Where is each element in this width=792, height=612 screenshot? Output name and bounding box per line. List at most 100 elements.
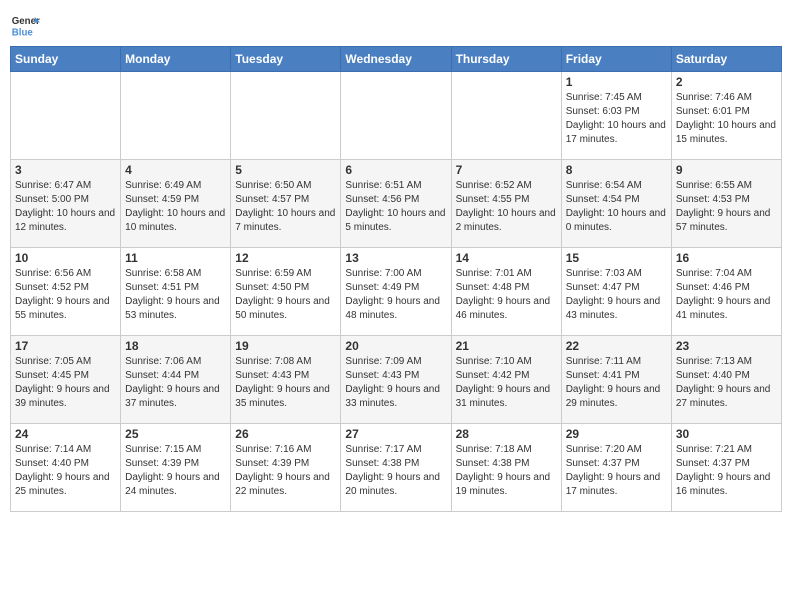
day-info: Sunrise: 7:06 AM Sunset: 4:44 PM Dayligh… [125,355,226,411]
day-number: 1 [566,75,667,89]
calendar-cell: 20 Sunrise: 7:09 AM Sunset: 4:43 PM Dayli… [341,336,451,424]
calendar-cell: 24 Sunrise: 7:14 AM Sunset: 4:40 PM Dayli… [11,424,121,512]
day-number: 19 [235,339,336,353]
calendar-cell: 28 Sunrise: 7:18 AM Sunset: 4:38 PM Dayli… [451,424,561,512]
day-number: 30 [676,427,777,441]
day-info: Sunrise: 7:04 AM Sunset: 4:46 PM Dayligh… [676,267,777,323]
day-info: Sunrise: 7:09 AM Sunset: 4:43 PM Dayligh… [345,355,446,411]
day-number: 8 [566,163,667,177]
calendar-cell: 22 Sunrise: 7:11 AM Sunset: 4:41 PM Dayli… [561,336,671,424]
day-header-wednesday: Wednesday [341,47,451,72]
day-info: Sunrise: 7:08 AM Sunset: 4:43 PM Dayligh… [235,355,336,411]
calendar-week-2: 3 Sunrise: 6:47 AM Sunset: 5:00 PM Daylig… [11,160,782,248]
day-number: 27 [345,427,446,441]
calendar-cell: 23 Sunrise: 7:13 AM Sunset: 4:40 PM Dayli… [671,336,781,424]
day-info: Sunrise: 6:50 AM Sunset: 4:57 PM Dayligh… [235,179,336,235]
logo-icon: General Blue [10,10,40,40]
day-number: 13 [345,251,446,265]
calendar-cell: 21 Sunrise: 7:10 AM Sunset: 4:42 PM Dayli… [451,336,561,424]
header: General Blue [10,10,782,40]
day-info: Sunrise: 7:01 AM Sunset: 4:48 PM Dayligh… [456,267,557,323]
calendar-cell: 17 Sunrise: 7:05 AM Sunset: 4:45 PM Dayli… [11,336,121,424]
calendar-cell: 14 Sunrise: 7:01 AM Sunset: 4:48 PM Dayli… [451,248,561,336]
day-info: Sunrise: 7:15 AM Sunset: 4:39 PM Dayligh… [125,443,226,499]
day-number: 3 [15,163,116,177]
day-info: Sunrise: 6:59 AM Sunset: 4:50 PM Dayligh… [235,267,336,323]
day-number: 28 [456,427,557,441]
day-number: 10 [15,251,116,265]
day-number: 29 [566,427,667,441]
day-number: 12 [235,251,336,265]
day-number: 4 [125,163,226,177]
calendar-cell: 7 Sunrise: 6:52 AM Sunset: 4:55 PM Daylig… [451,160,561,248]
day-number: 24 [15,427,116,441]
calendar-cell: 19 Sunrise: 7:08 AM Sunset: 4:43 PM Dayli… [231,336,341,424]
calendar-cell: 8 Sunrise: 6:54 AM Sunset: 4:54 PM Daylig… [561,160,671,248]
calendar-cell: 5 Sunrise: 6:50 AM Sunset: 4:57 PM Daylig… [231,160,341,248]
day-number: 5 [235,163,336,177]
calendar-week-3: 10 Sunrise: 6:56 AM Sunset: 4:52 PM Dayli… [11,248,782,336]
calendar-cell [231,72,341,160]
calendar-cell: 2 Sunrise: 7:46 AM Sunset: 6:01 PM Daylig… [671,72,781,160]
day-info: Sunrise: 6:52 AM Sunset: 4:55 PM Dayligh… [456,179,557,235]
day-info: Sunrise: 7:05 AM Sunset: 4:45 PM Dayligh… [15,355,116,411]
day-info: Sunrise: 7:13 AM Sunset: 4:40 PM Dayligh… [676,355,777,411]
day-info: Sunrise: 7:16 AM Sunset: 4:39 PM Dayligh… [235,443,336,499]
day-number: 14 [456,251,557,265]
calendar-cell: 18Sunrise: 7:06 AM Sunset: 4:44 PM Dayli… [121,336,231,424]
calendar-cell: 1 Sunrise: 7:45 AM Sunset: 6:03 PM Daylig… [561,72,671,160]
calendar-cell: 30 Sunrise: 7:21 AM Sunset: 4:37 PM Dayli… [671,424,781,512]
day-info: Sunrise: 7:45 AM Sunset: 6:03 PM Dayligh… [566,91,667,147]
day-info: Sunrise: 6:49 AM Sunset: 4:59 PM Dayligh… [125,179,226,235]
logo: General Blue [10,10,40,40]
day-info: Sunrise: 7:21 AM Sunset: 4:37 PM Dayligh… [676,443,777,499]
day-header-friday: Friday [561,47,671,72]
day-info: Sunrise: 7:10 AM Sunset: 4:42 PM Dayligh… [456,355,557,411]
calendar-cell [341,72,451,160]
svg-text:Blue: Blue [12,28,34,39]
day-info: Sunrise: 6:51 AM Sunset: 4:56 PM Dayligh… [345,179,446,235]
day-info: Sunrise: 7:46 AM Sunset: 6:01 PM Dayligh… [676,91,777,147]
day-info: Sunrise: 6:58 AM Sunset: 4:51 PM Dayligh… [125,267,226,323]
day-info: Sunrise: 7:03 AM Sunset: 4:47 PM Dayligh… [566,267,667,323]
day-header-thursday: Thursday [451,47,561,72]
day-header-saturday: Saturday [671,47,781,72]
day-info: Sunrise: 7:14 AM Sunset: 4:40 PM Dayligh… [15,443,116,499]
day-number: 26 [235,427,336,441]
day-number: 22 [566,339,667,353]
day-header-sunday: Sunday [11,47,121,72]
calendar-cell: 15 Sunrise: 7:03 AM Sunset: 4:47 PM Dayli… [561,248,671,336]
day-info: Sunrise: 6:47 AM Sunset: 5:00 PM Dayligh… [15,179,116,235]
calendar-cell: 4 Sunrise: 6:49 AM Sunset: 4:59 PM Daylig… [121,160,231,248]
calendar-cell: 16Sunrise: 7:04 AM Sunset: 4:46 PM Dayli… [671,248,781,336]
day-info: Sunrise: 7:17 AM Sunset: 4:38 PM Dayligh… [345,443,446,499]
calendar-cell: 27 Sunrise: 7:17 AM Sunset: 4:38 PM Dayli… [341,424,451,512]
calendar-cell: 10 Sunrise: 6:56 AM Sunset: 4:52 PM Dayli… [11,248,121,336]
day-info: Sunrise: 7:20 AM Sunset: 4:37 PM Dayligh… [566,443,667,499]
calendar-table: SundayMondayTuesdayWednesdayThursdayFrid… [10,46,782,512]
calendar-body: 1 Sunrise: 7:45 AM Sunset: 6:03 PM Daylig… [11,72,782,512]
calendar-header-row: SundayMondayTuesdayWednesdayThursdayFrid… [11,47,782,72]
calendar-cell [121,72,231,160]
day-info: Sunrise: 7:11 AM Sunset: 4:41 PM Dayligh… [566,355,667,411]
day-number: 17 [15,339,116,353]
calendar-week-1: 1 Sunrise: 7:45 AM Sunset: 6:03 PM Daylig… [11,72,782,160]
calendar-cell: 29 Sunrise: 7:20 AM Sunset: 4:37 PM Dayli… [561,424,671,512]
day-header-tuesday: Tuesday [231,47,341,72]
day-number: 23 [676,339,777,353]
calendar-cell [11,72,121,160]
day-number: 7 [456,163,557,177]
calendar-cell: 26 Sunrise: 7:16 AM Sunset: 4:39 PM Dayli… [231,424,341,512]
day-number: 9 [676,163,777,177]
day-number: 15 [566,251,667,265]
day-info: Sunrise: 7:18 AM Sunset: 4:38 PM Dayligh… [456,443,557,499]
day-info: Sunrise: 6:54 AM Sunset: 4:54 PM Dayligh… [566,179,667,235]
day-number: 21 [456,339,557,353]
day-number: 6 [345,163,446,177]
day-number: 20 [345,339,446,353]
calendar-cell: 25Sunrise: 7:15 AM Sunset: 4:39 PM Dayli… [121,424,231,512]
day-info: Sunrise: 6:55 AM Sunset: 4:53 PM Dayligh… [676,179,777,235]
day-number: 11 [125,251,226,265]
day-info: Sunrise: 6:56 AM Sunset: 4:52 PM Dayligh… [15,267,116,323]
day-number: 2 [676,75,777,89]
